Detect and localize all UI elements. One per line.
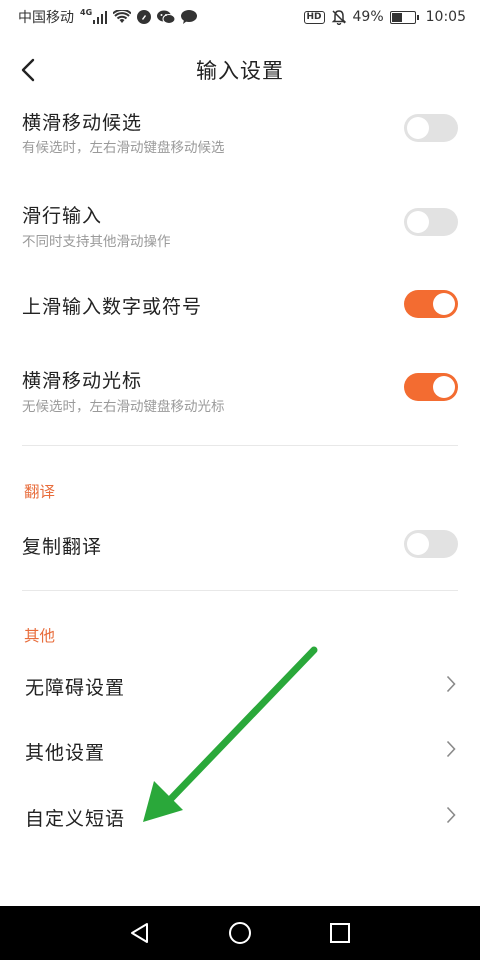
setting-title: 滑行输入	[22, 205, 103, 227]
page-title: 输入设置	[196, 59, 284, 83]
setting-row-glide-input[interactable]: 滑行输入 不同时支持其他滑动操作	[0, 190, 480, 280]
toggle-knob	[433, 293, 455, 315]
setting-row-swipe-candidate[interactable]: 横滑移动候选 有候选时，左右滑动键盘移动候选	[0, 106, 480, 190]
chevron-left-icon	[21, 58, 35, 82]
carrier-name: 中国移动	[18, 10, 74, 26]
nav-row-other-settings[interactable]: 其他设置	[0, 720, 480, 780]
chevron-right-icon	[446, 740, 456, 758]
square-recent-icon	[330, 923, 350, 943]
chevron-right-icon	[446, 675, 456, 693]
section-label-other: 其他	[24, 627, 56, 645]
section-divider	[22, 590, 458, 591]
circle-home-icon	[229, 922, 251, 944]
message-icon	[181, 10, 198, 24]
clock: 10:05	[425, 9, 466, 25]
nav-row-custom-phrases[interactable]: 自定义短语	[0, 786, 480, 846]
status-bar: 中国移动 4G HD 49% 10:05	[0, 0, 480, 34]
chevron-right-icon	[446, 806, 456, 824]
toggle-knob	[407, 211, 429, 233]
wechat-icon	[157, 10, 176, 24]
wifi-icon	[113, 10, 132, 24]
setting-title: 横滑移动候选	[22, 112, 143, 134]
setting-row-swipe-cursor[interactable]: 横滑移动光标 无候选时，左右滑动键盘移动光标	[0, 352, 480, 432]
system-nav-bar	[0, 906, 480, 960]
battery-percent: 49%	[352, 9, 384, 25]
nav-recent-button[interactable]	[318, 911, 362, 955]
setting-title: 横滑移动光标	[22, 370, 143, 392]
nav-row-title: 自定义短语	[25, 808, 126, 830]
swipe-candidate-toggle[interactable]	[404, 114, 458, 142]
glide-input-toggle[interactable]	[404, 208, 458, 236]
back-button[interactable]	[10, 52, 46, 88]
nav-home-button[interactable]	[218, 911, 262, 955]
status-right: HD 49% 10:05	[303, 9, 466, 25]
triangle-back-icon	[131, 923, 148, 943]
nav-row-accessibility[interactable]: 无障碍设置	[0, 655, 480, 715]
setting-title: 复制翻译	[22, 536, 103, 558]
setting-title: 上滑输入数字或符号	[22, 296, 203, 318]
header: 输入设置	[0, 34, 480, 106]
network-type: 4G	[80, 7, 93, 17]
setting-subtitle: 有候选时，左右滑动键盘移动候选	[22, 140, 225, 156]
setting-row-copy-translate[interactable]: 复制翻译	[0, 522, 480, 566]
setting-subtitle: 不同时支持其他滑动操作	[22, 234, 171, 250]
hd-badge: HD	[303, 10, 325, 24]
copy-translate-toggle[interactable]	[404, 530, 458, 558]
nav-back-button[interactable]	[118, 911, 162, 955]
toggle-knob	[433, 376, 455, 398]
status-left: 中国移动 4G	[18, 7, 198, 27]
battery-level	[391, 12, 402, 22]
signal-icon: 4G	[80, 7, 108, 24]
swipe-up-symbols-toggle[interactable]	[404, 290, 458, 318]
section-divider	[22, 445, 458, 446]
swipe-cursor-toggle[interactable]	[404, 373, 458, 401]
mute-bell-icon	[331, 9, 347, 25]
compass-app-icon	[137, 10, 152, 24]
nav-row-title: 其他设置	[25, 742, 106, 764]
toggle-knob	[407, 533, 429, 555]
setting-subtitle: 无候选时，左右滑动键盘移动光标	[22, 399, 225, 415]
section-label-translate: 翻译	[24, 483, 56, 501]
nav-row-title: 无障碍设置	[25, 677, 126, 699]
setting-row-swipe-up-symbols[interactable]: 上滑输入数字或符号	[0, 280, 480, 332]
toggle-knob	[407, 117, 429, 139]
battery-icon	[389, 10, 419, 24]
